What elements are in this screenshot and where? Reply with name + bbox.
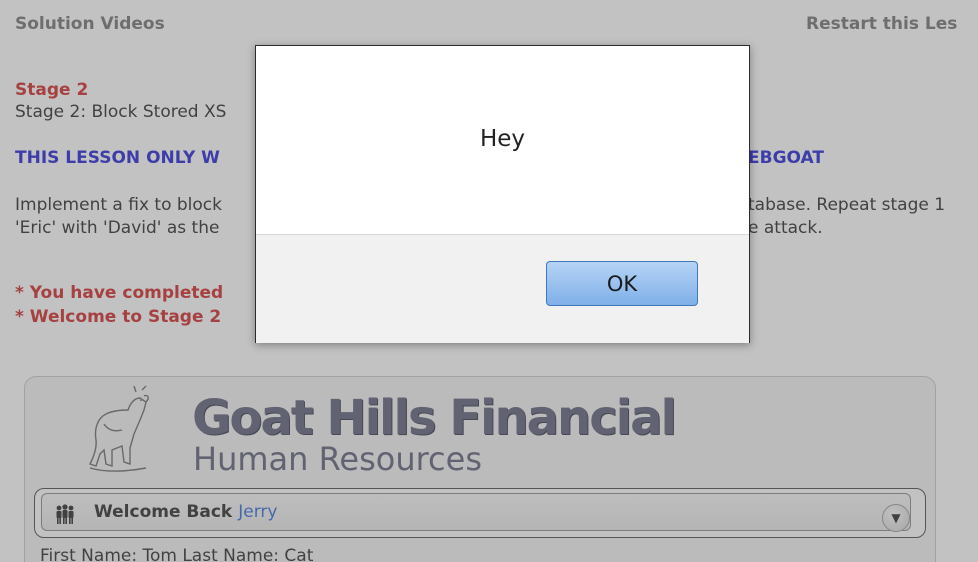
ok-button[interactable]: OK <box>546 261 698 306</box>
alert-dialog: Hey OK <box>255 45 750 343</box>
alert-message: Hey <box>479 126 526 152</box>
alert-dialog-footer: OK <box>256 234 749 343</box>
alert-dialog-body: Hey <box>256 46 749 234</box>
